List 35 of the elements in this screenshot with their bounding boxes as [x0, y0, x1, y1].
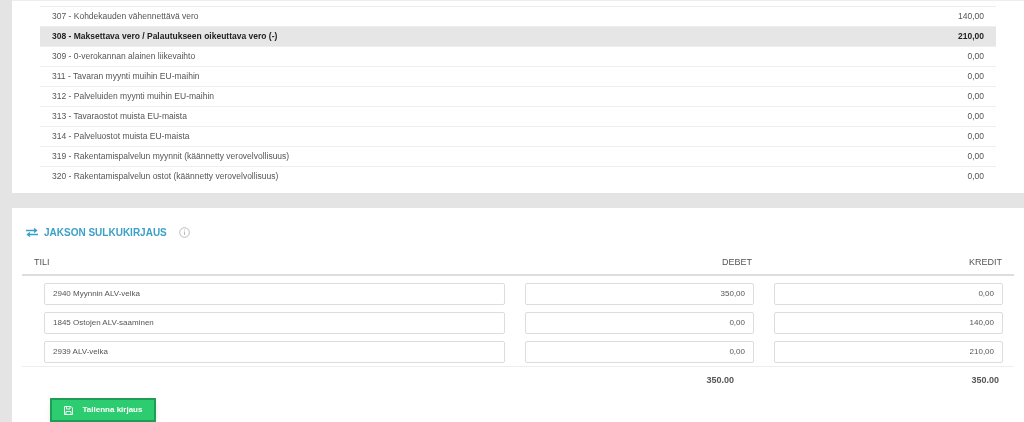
kredit-field[interactable]: 140,00 [774, 312, 1003, 334]
kredit-field[interactable]: 0,00 [774, 283, 1003, 305]
account-field[interactable]: 1845 Ostojen ALV-saaminen [44, 312, 505, 334]
row-value: 140,00 [958, 10, 984, 23]
debet-field[interactable]: 350,00 [525, 283, 754, 305]
row-value: 0,00 [967, 110, 984, 123]
row-value: 0,00 [967, 150, 984, 163]
row-value: 210,00 [958, 30, 984, 43]
info-icon[interactable] [178, 226, 190, 238]
section-title: JAKSON SULKUKIRJAUS [44, 225, 167, 240]
row-value: 0,00 [967, 70, 984, 83]
row-label: 311 - Tavaran myynti muihin EU-maihin [52, 70, 201, 83]
row-label: 309 - 0-verokannan alainen liikevaihto [52, 50, 197, 63]
column-header: KREDIT [968, 255, 1002, 269]
kredit-field[interactable]: 210,00 [774, 341, 1003, 363]
debet-total: 350.00 [705, 374, 735, 388]
row-value: 0,00 [967, 90, 984, 103]
row-label: 319 - Rakentamispalvelun myynnit (käännetty verovelvollisuus) [52, 150, 291, 163]
column-header: TILI [34, 255, 51, 269]
row-label: 313 - Tavaraostot muista EU-maista [52, 110, 188, 123]
account-field[interactable]: 2939 ALV-velka [44, 341, 505, 363]
row-value: 0,00 [967, 50, 984, 63]
row-label: 308 - Maksettava vero / Palautukseen oikeuttava vero (-) [52, 30, 279, 43]
row-label: 312 - Palveluiden myynti muihin EU-maihin [52, 90, 216, 103]
debet-field[interactable]: 0,00 [525, 312, 754, 334]
account-field[interactable]: 2940 Myynnin ALV-velka [44, 283, 505, 305]
kredit-total: 350.00 [970, 374, 1000, 388]
row-value: 0,00 [967, 170, 984, 183]
row-value: 0,00 [967, 130, 984, 143]
row-label: 307 - Kohdekauden vähennettävä vero [52, 10, 200, 23]
column-header: DEBET [721, 255, 752, 269]
debet-field[interactable]: 0,00 [525, 341, 754, 363]
row-label: 314 - Palveluostot muista EU-maista [52, 130, 191, 143]
row-label: 320 - Rakentamispalvelun ostot (käännetty verovelvollisuus) [52, 170, 280, 183]
swap-arrows-icon [26, 227, 38, 237]
